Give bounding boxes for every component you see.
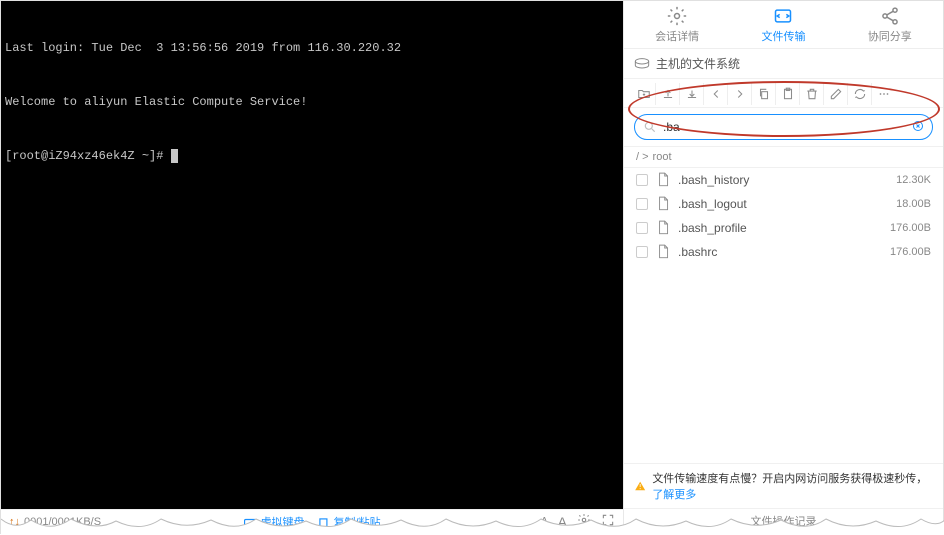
status-bar: ↑↓ 0001/0001KB/S 虚拟键盘 复制/粘贴 A A — [1, 509, 623, 533]
transfer-speed: ↑↓ 0001/0001KB/S — [9, 516, 101, 528]
search-input-wrapper — [634, 114, 933, 140]
file-name: .bash_profile — [678, 221, 882, 235]
file-name: .bash_history — [678, 173, 888, 187]
keyboard-icon — [243, 517, 257, 529]
file-panel: 会话详情 文件传输 协同分享 主机的文件系统 — [623, 1, 943, 533]
file-log-header[interactable]: 文件操作记录 — [624, 508, 943, 533]
terminal-line: Last login: Tue Dec 3 13:56:56 2019 from… — [5, 39, 619, 57]
breadcrumb[interactable]: / > root — [624, 146, 943, 168]
share-icon — [880, 6, 900, 26]
file-icon — [656, 220, 670, 236]
file-row[interactable]: .bashrc 176.00B — [624, 240, 943, 264]
file-name: .bashrc — [678, 245, 882, 259]
file-icon — [656, 196, 670, 212]
download-button[interactable] — [680, 83, 704, 105]
back-button[interactable] — [704, 83, 728, 105]
terminal-pane[interactable]: Last login: Tue Dec 3 13:56:56 2019 from… — [1, 1, 623, 533]
file-icon — [656, 172, 670, 188]
transfer-icon — [773, 6, 793, 26]
transfer-warning: 文件传输速度有点慢？开启内网访问服务获得极速秒传，了解更多 — [624, 463, 943, 508]
copy-paste-button[interactable]: 复制/粘贴 — [316, 514, 380, 530]
copy-button[interactable] — [752, 83, 776, 105]
forward-button[interactable] — [728, 83, 752, 105]
file-name: .bash_logout — [678, 197, 888, 211]
file-row[interactable]: .bash_profile 176.00B — [624, 216, 943, 240]
disk-icon — [634, 58, 650, 70]
file-checkbox[interactable] — [636, 246, 648, 258]
tab-file-transfer[interactable]: 文件传输 — [730, 1, 836, 48]
learn-more-link[interactable]: 了解更多 — [652, 489, 696, 501]
clear-search-button[interactable] — [912, 119, 924, 135]
warning-icon — [634, 479, 646, 493]
fullscreen-button[interactable] — [601, 513, 615, 530]
terminal-prompt: [root@iZ94xz46ek4Z ~]# — [5, 147, 619, 165]
more-button[interactable] — [872, 83, 896, 105]
search-input[interactable] — [663, 120, 906, 134]
gear-icon — [667, 6, 687, 26]
tab-collaborate[interactable]: 协同分享 — [837, 1, 943, 48]
cursor-icon — [171, 149, 178, 163]
file-size: 176.00B — [890, 246, 931, 258]
font-decrease-button[interactable]: A — [541, 516, 548, 527]
clipboard-icon — [316, 517, 330, 529]
upload-button[interactable] — [656, 83, 680, 105]
file-row[interactable]: .bash_history 12.30K — [624, 168, 943, 192]
search-icon — [643, 120, 657, 134]
file-list: .bash_history 12.30K .bash_logout 18.00B… — [624, 168, 943, 463]
new-folder-button[interactable] — [632, 83, 656, 105]
rename-button[interactable] — [824, 83, 848, 105]
file-size: 12.30K — [896, 174, 931, 186]
virtual-keyboard-button[interactable]: 虚拟键盘 — [243, 514, 304, 530]
tab-session-details[interactable]: 会话详情 — [624, 1, 730, 48]
delete-button[interactable] — [800, 83, 824, 105]
settings-icon[interactable] — [577, 513, 591, 530]
file-icon — [656, 244, 670, 260]
terminal-line: Welcome to aliyun Elastic Compute Servic… — [5, 93, 619, 111]
section-title: 主机的文件系统 — [624, 49, 943, 79]
file-toolbar — [624, 79, 943, 108]
file-row[interactable]: .bash_logout 18.00B — [624, 192, 943, 216]
font-increase-button[interactable]: A — [558, 514, 567, 530]
file-size: 176.00B — [890, 222, 931, 234]
paste-button[interactable] — [776, 83, 800, 105]
file-checkbox[interactable] — [636, 198, 648, 210]
refresh-button[interactable] — [848, 83, 872, 105]
panel-tabs: 会话详情 文件传输 协同分享 — [624, 1, 943, 49]
file-checkbox[interactable] — [636, 174, 648, 186]
file-checkbox[interactable] — [636, 222, 648, 234]
file-size: 18.00B — [896, 198, 931, 210]
